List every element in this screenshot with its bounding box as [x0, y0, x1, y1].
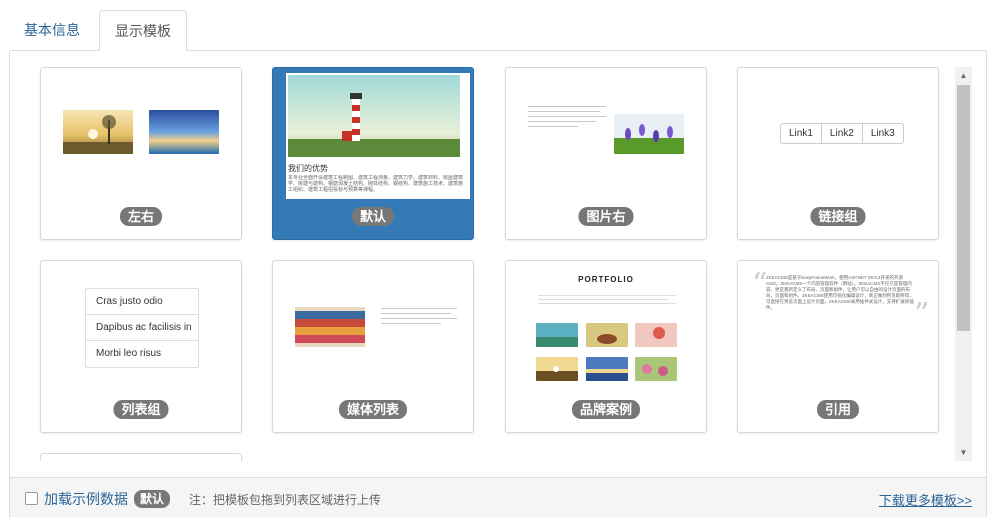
template-card-brand-case[interactable]: PORTFOLIO 品牌案例 [505, 260, 707, 433]
preview-text-line [528, 111, 600, 112]
preview-text-line [528, 121, 596, 122]
template-label: 品牌案例 [571, 400, 641, 419]
template-card-link-group[interactable]: Link1 Link2 Link3 链接组 [737, 67, 939, 240]
template-label: 引用 [816, 400, 860, 419]
preview-portfolio-heading: PORTFOLIO [578, 275, 634, 284]
preview-list-item: Dapibus ac facilisis in [86, 315, 198, 341]
template-card-image-right[interactable]: 图片右 [505, 67, 707, 240]
preview-clothes-image [295, 307, 365, 347]
preview-list-item: Cras justo odio [86, 289, 198, 315]
tab-display-template[interactable]: 显示模板 [99, 10, 187, 52]
template-card-left-right[interactable]: 左右 [40, 67, 242, 240]
preview-list-group: Cras justo odio Dapibus ac facilisis in … [85, 288, 199, 368]
preview-text-line [528, 106, 606, 107]
preview-link: Link2 [822, 124, 863, 143]
preview-lighthouse-image [288, 75, 460, 157]
preview-frame: 我们的优势 本专业全面开设建筑工程制图、建筑工程测量、建筑力学、建筑材料、房屋建… [286, 73, 470, 199]
template-label: 默认 [351, 207, 395, 226]
template-card-list-group[interactable]: Cras justo odio Dapibus ac facilisis in … [40, 260, 242, 433]
preview-text-line [381, 323, 441, 324]
preview-thumb [586, 323, 628, 347]
preview-text-line [528, 126, 578, 127]
template-card-quote[interactable]: “ ZKEACMS是基于EasyFrameWork，使用ASP.NET MVC4… [737, 260, 939, 433]
preview-link: Link1 [781, 124, 822, 143]
preview-flowers-image [614, 114, 684, 154]
template-label: 左右 [119, 207, 163, 226]
template-panel: 左右 我们的优势 本专业全面开设建筑工程制图、建筑工程测量、建筑力学、建筑材料、… [9, 51, 987, 517]
upload-note: 注：把模板包拖到列表区域进行上传 [189, 493, 382, 507]
template-card-partial[interactable] [40, 453, 242, 461]
template-grid: 左右 我们的优势 本专业全面开设建筑工程制图、建筑工程测量、建筑力学、建筑材料、… [10, 51, 960, 461]
scroll-up-icon[interactable]: ▲ [955, 67, 972, 84]
preview-list-item: Morbi leo risus [96, 348, 162, 359]
tab-basic-info[interactable]: 基本信息 [10, 10, 94, 51]
scroll-thumb[interactable] [957, 85, 970, 331]
current-template-badge: 默认 [134, 490, 171, 508]
preview-body-text: 本专业全面开设建筑工程制图、建筑工程测量、建筑力学、建筑材料、房屋建筑学、房建与… [288, 175, 464, 193]
preview-text-line [538, 295, 676, 296]
preview-link: Link3 [870, 128, 895, 139]
quote-close-icon: ” [914, 297, 930, 332]
scrollbar[interactable]: ▲ ▼ [955, 67, 972, 461]
preview-link-group: Link1 Link2 Link3 [780, 123, 904, 144]
preview-image-left [63, 110, 133, 154]
preview-thumb [586, 357, 628, 381]
preview-image-right [149, 110, 219, 154]
preview-text-line [538, 299, 668, 300]
template-card-media-list[interactable]: 媒体列表 [272, 260, 474, 433]
preview-thumb [536, 323, 578, 347]
preview-text-line [381, 313, 451, 314]
template-label: 图片右 [578, 207, 634, 226]
preview-text-line [381, 318, 457, 319]
template-label: 链接组 [810, 207, 866, 226]
preview-text-line [528, 116, 606, 117]
download-more-templates-link[interactable]: 下载更多模板>> [879, 490, 972, 509]
template-label: 列表组 [113, 400, 169, 419]
load-sample-checkbox[interactable] [25, 492, 38, 505]
panel-footer: 加载示例数据 默认 注：把模板包拖到列表区域进行上传 下载更多模板>> [10, 477, 986, 517]
preview-quote-text: ZKEACMS是基于EasyFrameWork，使用ASP.NET MVC4开发… [766, 275, 914, 310]
preview-text-line [538, 303, 676, 304]
load-sample-label[interactable]: 加载示例数据 [44, 489, 128, 509]
template-card-default[interactable]: 我们的优势 本专业全面开设建筑工程制图、建筑工程测量、建筑力学、建筑材料、房屋建… [272, 67, 474, 240]
tab-bar: 基本信息 显示模板 [10, 10, 986, 52]
preview-thumb [536, 357, 578, 381]
preview-thumb [635, 323, 677, 347]
scroll-down-icon[interactable]: ▼ [955, 444, 972, 461]
template-label: 媒体列表 [338, 400, 408, 419]
preview-text-line [381, 308, 457, 309]
preview-thumb [635, 357, 677, 381]
preview-heading: 我们的优势 [288, 164, 328, 173]
